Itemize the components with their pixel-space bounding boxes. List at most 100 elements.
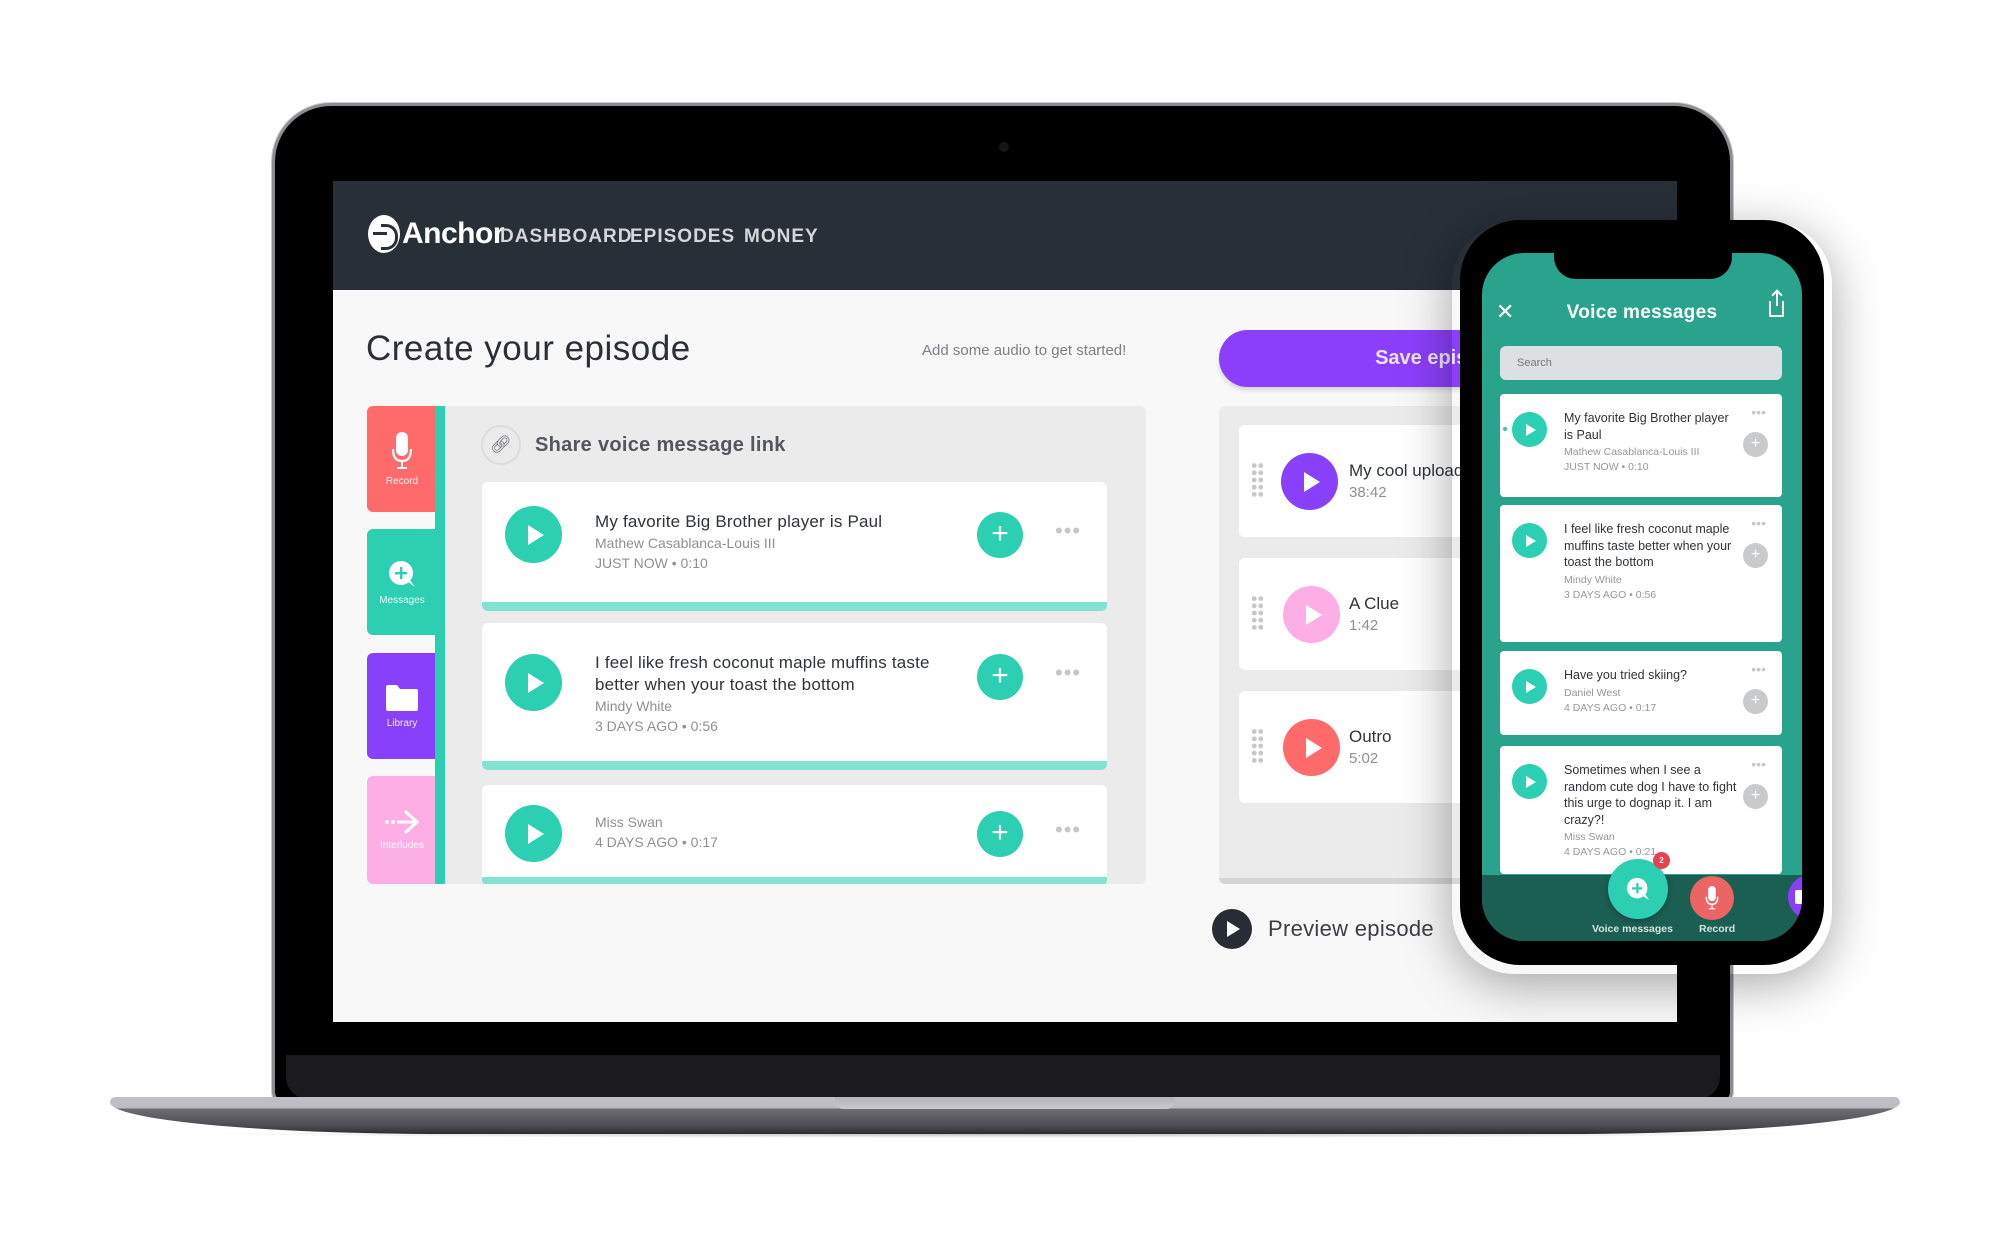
drag-handle-icon[interactable] [1251,462,1264,498]
play-button[interactable] [1283,719,1340,776]
message-meta: 3 DAYS AGO • 0:56 [595,718,718,734]
segment-duration: 1:42 [1349,617,1379,634]
play-button[interactable] [1281,453,1338,510]
message-meta: JUST NOW • 0:10 [1564,461,1649,473]
segment-title: My cool upload [1349,461,1464,480]
message-meta: JUST NOW • 0:10 [595,555,708,571]
folder-icon [386,684,418,711]
message-author: Miss Swan [1564,831,1615,843]
share-icon[interactable] [1769,292,1784,317]
play-button[interactable] [1512,523,1547,558]
tab-label: Voice messages [1592,923,1673,935]
message-author: Daniel West [1564,686,1621,699]
tile-label: Record [385,475,419,487]
message-card[interactable]: My favorite Big Brother player is Paul M… [482,482,1107,611]
sidebar-tile-record[interactable]: Record [367,406,437,512]
message-meta: 4 DAYS AGO • 0:21 [1564,846,1657,858]
microphone-icon [1705,886,1719,910]
sidebar-tile-messages[interactable]: Messages [367,529,437,635]
laptop-chin [286,1055,1720,1099]
play-button[interactable] [1512,412,1547,447]
anchor-logo-icon [368,215,400,253]
nav-money[interactable]: MONEY [744,226,819,248]
tile-label: Library [386,717,418,729]
share-voice-message-link[interactable]: 🔗︎ Share voice message link [481,425,786,465]
play-icon [1305,604,1322,625]
segment-title: A Clue [1349,594,1400,613]
laptop-opening-notch [835,1097,1175,1109]
phone-message-card[interactable]: My favorite Big Brother player is Paul M… [1500,394,1782,497]
more-options-button[interactable]: ••• [1751,404,1766,420]
page-title: Create your episode [366,329,691,368]
phone-message-card[interactable]: Have you tried skiing? Daniel West 4 DAY… [1500,651,1782,735]
play-button[interactable] [505,805,562,862]
phone-frame: ✕ Voice messages My favorite Big Brother… [1460,220,1824,965]
add-to-episode-button[interactable]: + [977,811,1023,857]
tab-label: Record [1699,923,1736,935]
phone-message-card[interactable]: I feel like fresh coconut maple muffins … [1500,505,1782,642]
message-card[interactable]: I feel like fresh coconut maple muffins … [482,623,1107,770]
unread-indicator [1503,427,1507,431]
message-author: Mindy White [1564,573,1622,586]
sidebar-active-rail [435,406,445,884]
tile-label: Interludes [380,839,424,851]
message-author: Mathew Casablanca-Louis III [595,535,776,551]
message-card[interactable]: Miss Swan 4 DAYS AGO • 0:17 + ••• [482,785,1107,884]
more-options-button[interactable]: ••• [1751,661,1766,677]
tab-record[interactable] [1690,876,1734,920]
nav-episodes[interactable]: EPISODES [630,226,735,248]
message-author: Mathew Casablanca-Louis III [1564,446,1700,458]
anchor-logo[interactable]: Anchor [368,215,505,253]
add-button[interactable]: + [1743,689,1768,714]
message-meta: 3 DAYS AGO • 0:56 [1564,588,1657,601]
more-options-button[interactable]: ••• [1751,756,1766,772]
add-to-episode-button[interactable]: + [977,512,1023,558]
share-link-label: Share voice message link [535,433,786,456]
message-author: Miss Swan [595,814,663,830]
more-options-button[interactable]: ••• [1055,660,1081,686]
arrow-right-icon [385,809,420,834]
add-button[interactable]: + [1743,432,1768,457]
message-title: I feel like fresh coconut maple muffins … [1564,522,1732,569]
play-button[interactable] [1283,586,1340,643]
sidebar-tile-library[interactable]: Library [367,653,437,759]
play-icon [1525,680,1536,693]
sidebar-tile-interludes[interactable]: Interludes [367,776,437,884]
play-button[interactable] [505,506,562,563]
more-options-button[interactable]: ••• [1055,518,1081,544]
phone-title: Voice messages [1566,302,1718,323]
play-icon [1525,534,1536,547]
message-meta: 4 DAYS AGO • 0:17 [595,834,718,850]
play-icon [1525,775,1536,788]
play-button[interactable] [1512,764,1547,799]
play-icon [527,823,544,844]
play-icon [1303,471,1320,492]
preview-episode-button[interactable]: Preview episode [1212,909,1434,949]
add-button[interactable]: + [1743,543,1768,568]
play-button[interactable] [505,654,562,711]
segment-duration: 38:42 [1349,484,1387,501]
message-title: Sometimes when I see a random cute dog I… [1564,763,1737,827]
add-to-episode-button[interactable]: + [977,654,1023,700]
message-title: I feel like fresh coconut maple muffins … [595,653,930,694]
message-title: My favorite Big Brother player is Paul [595,512,883,531]
add-message-icon [389,560,415,587]
segment-title: Outro [1349,727,1392,746]
play-button[interactable] [1512,669,1547,704]
phone-screen: ✕ Voice messages My favorite Big Brother… [1482,253,1802,941]
voice-messages-panel: 🔗︎ Share voice message link My favorite … [445,406,1146,884]
play-icon [1525,423,1536,436]
add-button[interactable]: + [1743,784,1768,809]
add-message-icon [1626,877,1650,901]
link-icon: 🔗︎ [481,425,521,465]
phone-message-card[interactable]: Sometimes when I see a random cute dog I… [1500,746,1782,874]
more-options-button[interactable]: ••• [1055,817,1081,843]
microphone-icon [391,431,413,469]
drag-handle-icon[interactable] [1251,728,1264,764]
drag-handle-icon[interactable] [1251,595,1264,631]
page-hint: Add some audio to get started! [922,342,1127,359]
message-author: Mindy White [595,698,673,714]
phone-search-input[interactable] [1500,346,1782,380]
more-options-button[interactable]: ••• [1751,515,1766,531]
nav-dashboard[interactable]: DASHBOARD [500,226,633,248]
